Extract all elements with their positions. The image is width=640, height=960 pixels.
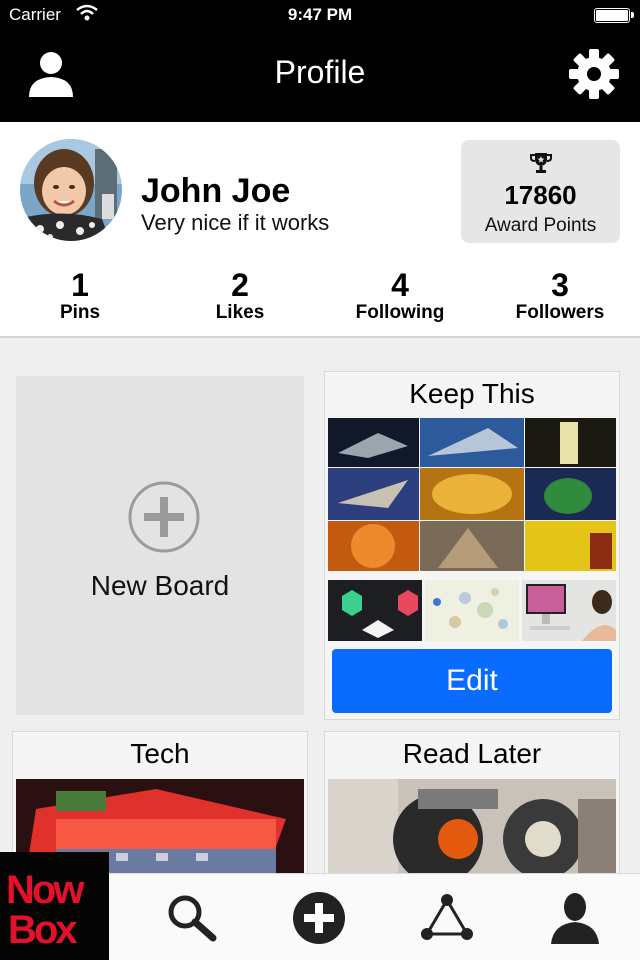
profile-name: John Joe bbox=[141, 172, 291, 210]
new-board-button[interactable]: New Board bbox=[16, 376, 304, 715]
battery-icon bbox=[594, 8, 634, 23]
board-thumb-1 bbox=[328, 580, 422, 641]
stat-pins-value: 1 bbox=[71, 267, 89, 303]
add-icon[interactable] bbox=[291, 890, 347, 946]
profile-bio: Very nice if it works bbox=[141, 210, 330, 235]
board-cover-image bbox=[328, 779, 616, 874]
award-points-value: 17860 bbox=[504, 180, 577, 210]
board-title: Tech bbox=[130, 738, 190, 769]
stat-followers-value: 3 bbox=[551, 267, 569, 303]
network-icon[interactable] bbox=[419, 890, 475, 946]
logo-line2: Box bbox=[8, 908, 78, 952]
award-points-label: Award Points bbox=[484, 215, 597, 236]
search-icon[interactable] bbox=[163, 890, 219, 946]
board-cover-image bbox=[328, 418, 616, 571]
stat-following-label: Following bbox=[355, 302, 445, 323]
plus-circle-icon bbox=[128, 481, 200, 553]
nowbox-logo[interactable]: Now Box bbox=[0, 852, 109, 960]
logo-line1: Now bbox=[6, 868, 84, 912]
stat-pins-label: Pins bbox=[59, 302, 101, 323]
gear-icon[interactable] bbox=[568, 48, 620, 100]
edit-button[interactable]: Edit bbox=[332, 649, 612, 713]
board-title: Read Later bbox=[402, 738, 542, 769]
avatar[interactable] bbox=[20, 139, 122, 241]
profile-icon[interactable] bbox=[547, 890, 603, 946]
board-title: Keep This bbox=[409, 378, 535, 409]
board-thumb-2 bbox=[425, 580, 519, 641]
status-bar: Carrier 9:47 PM bbox=[0, 0, 640, 30]
stat-following-value: 4 bbox=[391, 267, 409, 303]
page-title: Profile bbox=[274, 54, 366, 90]
trophy-icon bbox=[530, 153, 552, 173]
stat-followers-label: Followers bbox=[515, 302, 605, 323]
nav-bar: Profile bbox=[0, 30, 640, 122]
stat-followers[interactable]: 3 Followers bbox=[480, 267, 640, 324]
board-thumb-3 bbox=[522, 580, 616, 641]
stat-likes-label: Likes bbox=[215, 302, 265, 323]
stat-pins[interactable]: 1 Pins bbox=[0, 267, 160, 324]
award-points-card[interactable]: 17860 Award Points bbox=[461, 140, 620, 243]
stat-following[interactable]: 4 Following bbox=[320, 267, 480, 324]
status-time: 9:47 PM bbox=[287, 5, 353, 24]
new-board-label: New Board bbox=[90, 570, 230, 601]
profile-header: John Joe Very nice if it works 17860 Awa… bbox=[0, 122, 640, 338]
stat-likes[interactable]: 2 Likes bbox=[160, 267, 320, 324]
stat-likes-value: 2 bbox=[231, 267, 249, 303]
